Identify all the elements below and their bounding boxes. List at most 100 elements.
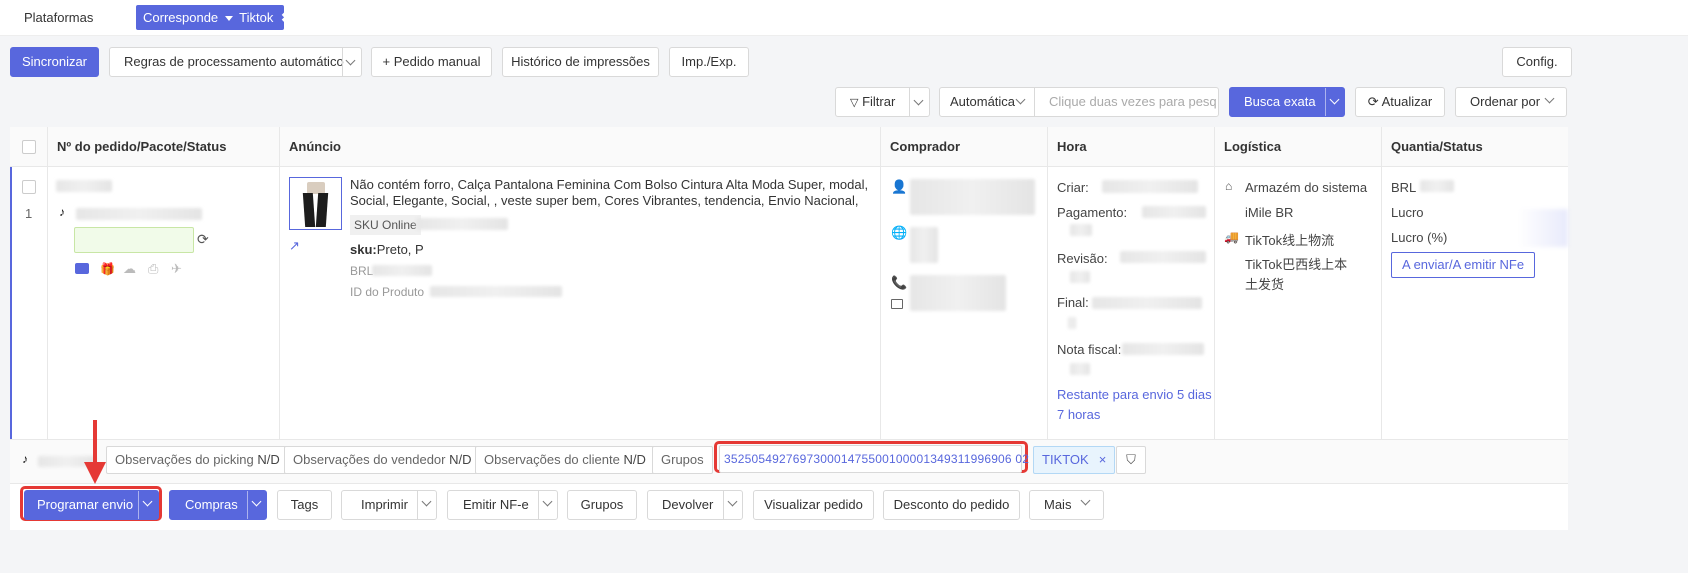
product-id-label: ID do Produto xyxy=(350,285,425,299)
shipping-method: TikTok巴西线上本土发货 xyxy=(1245,257,1348,292)
return-button[interactable]: Devolver xyxy=(647,490,743,520)
globe-icon: 🌐 xyxy=(891,225,908,240)
select-all-checkbox[interactable] xyxy=(22,140,36,154)
seller-notes[interactable]: Observações do vendedor N/D xyxy=(284,446,481,474)
refresh-icon[interactable]: ⟳ xyxy=(197,231,209,248)
search-box[interactable]: Automática Clique duas vezes para pesq xyxy=(939,87,1219,117)
platform-value: Tiktok xyxy=(239,10,274,25)
header-logistics: Logística xyxy=(1224,139,1282,154)
chevron-down-icon[interactable] xyxy=(1015,94,1026,105)
arrow-head xyxy=(84,462,106,484)
amount-currency: BRL xyxy=(1391,180,1417,195)
profit-pct-label: Lucro (%) xyxy=(1391,230,1448,245)
search-mode-select[interactable]: Automática xyxy=(950,88,1015,116)
remove-tag-icon[interactable]: × xyxy=(1099,452,1107,467)
time-payment-label: Pagamento: xyxy=(1057,205,1128,220)
chevron-down-icon[interactable] xyxy=(142,496,153,507)
header-order: Nº do pedido/Pacote/Status xyxy=(57,139,227,154)
chevron-down-icon[interactable] xyxy=(421,496,432,507)
header-buyer: Comprador xyxy=(890,139,961,154)
refresh-icon: ⟳ xyxy=(1367,94,1379,109)
airplane-icon[interactable]: ✈ xyxy=(171,261,182,277)
tag-icon: ⛉ xyxy=(1126,452,1136,467)
row-index: 1 xyxy=(25,206,33,221)
dropdown-caret-icon[interactable] xyxy=(224,16,233,22)
exact-search-button[interactable]: Busca exata xyxy=(1229,87,1345,117)
warehouse-name: Armazém do sistema xyxy=(1245,180,1368,195)
add-tag-button[interactable]: ⛉ xyxy=(1116,446,1146,474)
package-status-field[interactable] xyxy=(74,227,194,253)
order-status-button[interactable]: A enviar/A emitir NFe xyxy=(1391,252,1536,278)
tracking-number[interactable]: 3525054927697300014755001000013493119969… xyxy=(719,445,1029,473)
issue-nfe-button[interactable]: Emitir NF-e xyxy=(447,490,558,520)
customer-notes[interactable]: Observações do cliente N/D xyxy=(475,446,655,474)
groups-chip[interactable]: Grupos xyxy=(652,446,713,474)
orders-table: Nº do pedido/Pacote/Status Anúncio Compr… xyxy=(10,127,1568,530)
tiktok-icon: ♪ xyxy=(59,205,65,219)
chevron-down-icon[interactable] xyxy=(251,496,262,507)
refresh-button[interactable]: ⟳ Atualizar xyxy=(1355,87,1445,117)
shipping-channel: TikTok线上物流 xyxy=(1245,233,1335,248)
truck-icon: 🚚 xyxy=(1224,230,1239,244)
auto-rules-dropdown[interactable]: Regras de processamento automático xyxy=(109,47,362,77)
header-time: Hora xyxy=(1057,139,1087,154)
price-label: BRL xyxy=(350,264,374,278)
tags-button[interactable]: Tags xyxy=(277,490,332,520)
sku-online-badge: SKU Online xyxy=(350,215,421,235)
groups-button[interactable]: Grupos xyxy=(567,490,637,520)
money-icon[interactable] xyxy=(75,263,89,274)
purchases-button[interactable]: Compras xyxy=(169,490,267,520)
tiktok-icon: ♪ xyxy=(22,452,28,466)
picking-notes[interactable]: Observações do picking N/D xyxy=(106,446,289,474)
listing-title[interactable]: Não contém forro, Calça Pantalona Femini… xyxy=(350,177,869,209)
time-final-label: Final: xyxy=(1057,295,1089,310)
cloud-upload-icon[interactable]: ☁ xyxy=(123,261,136,277)
phone-icon: 📞 xyxy=(891,275,908,290)
auto-rules-label: Regras de processamento automático xyxy=(124,54,344,69)
shipping-deadline: Restante para envio 5 dias 7 horas xyxy=(1057,387,1212,422)
platform-label: Plataformas xyxy=(24,10,94,25)
row-checkbox[interactable] xyxy=(22,180,36,194)
platform-filter-tag[interactable]: Corresponde Tiktok ✖ xyxy=(136,5,292,30)
profit-label: Lucro xyxy=(1391,205,1424,220)
chevron-down-icon[interactable] xyxy=(345,55,356,66)
chevron-down-icon[interactable] xyxy=(1329,94,1340,105)
user-icon: 👤 xyxy=(891,179,908,194)
table-header: Nº do pedido/Pacote/Status Anúncio Compr… xyxy=(10,127,1568,167)
sync-button[interactable]: Sincronizar xyxy=(10,47,99,77)
manual-order-button[interactable]: + Pedido manual xyxy=(371,47,492,77)
carrier-name: iMile BR xyxy=(1245,205,1294,220)
order-discount-button[interactable]: Desconto do pedido xyxy=(883,490,1020,520)
import-export-button[interactable]: Imp./Exp. xyxy=(669,47,749,77)
header-amount: Quantia/Status xyxy=(1391,139,1483,154)
chevron-down-icon[interactable] xyxy=(727,496,738,507)
id-card-icon xyxy=(891,299,903,309)
filter-dropdown[interactable]: ▽ Filtrar xyxy=(835,87,930,117)
header-listing: Anúncio xyxy=(289,139,341,154)
chevron-down-icon[interactable] xyxy=(542,496,553,507)
platform-tag[interactable]: TIKTOK × xyxy=(1033,446,1116,474)
gift-icon[interactable]: 🎁 xyxy=(100,262,115,276)
sku-line: sku:Preto, P xyxy=(350,242,424,257)
chevron-down-icon[interactable] xyxy=(913,95,924,106)
product-image[interactable] xyxy=(289,177,342,230)
warehouse-icon: ⌂ xyxy=(1225,179,1233,193)
platform-filter-bar: Plataformas Corresponde Tiktok ✖ xyxy=(0,0,1688,36)
external-link-icon[interactable]: ↗ xyxy=(289,238,300,254)
print-button[interactable]: Imprimir xyxy=(341,490,437,520)
search-input[interactable]: Clique duas vezes para pesq xyxy=(1049,88,1217,116)
print-history-button[interactable]: Histórico de impressões xyxy=(502,47,659,77)
schedule-shipment-button[interactable]: Programar envio xyxy=(24,490,159,520)
match-label: Corresponde xyxy=(143,10,219,25)
chevron-down-icon[interactable] xyxy=(1080,495,1091,506)
sort-dropdown[interactable]: Ordenar por xyxy=(1455,87,1567,117)
time-revision-label: Revisão: xyxy=(1057,251,1108,266)
config-button[interactable]: Config. xyxy=(1502,47,1572,77)
time-created-label: Criar: xyxy=(1057,180,1089,195)
arrow-annotation xyxy=(93,420,97,465)
chevron-down-icon[interactable] xyxy=(1544,93,1555,104)
more-button[interactable]: Mais xyxy=(1029,490,1104,520)
remove-filter-icon[interactable]: ✖ xyxy=(281,10,292,25)
printer-icon[interactable]: ⎙ xyxy=(148,261,158,277)
view-order-button[interactable]: Visualizar pedido xyxy=(753,490,874,520)
